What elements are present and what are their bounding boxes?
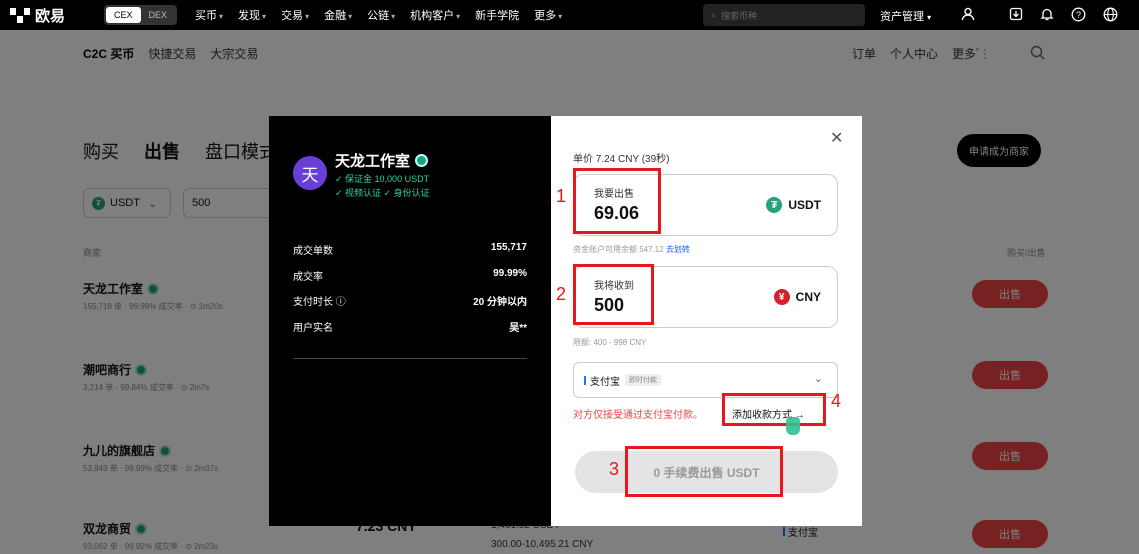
svg-text:?: ? (1075, 10, 1080, 20)
annotation-label-2: 2 (556, 284, 567, 304)
yuan-icon: ¥ (773, 289, 790, 305)
search-input[interactable]: ⌕ 搜索币种 (703, 4, 865, 26)
tether-icon: ₮ (766, 197, 783, 213)
divider (293, 358, 527, 359)
logo[interactable]: 欧易 (10, 5, 90, 26)
verify-info: ✓ 视频认证 ✓ 身份认证 (335, 188, 430, 198)
dex-tab[interactable]: DEX (141, 7, 176, 23)
menu-buy[interactable]: 买币 ▾ (195, 7, 223, 23)
download-icon[interactable] (1007, 5, 1025, 23)
okx-logo-icon (10, 8, 30, 23)
user-icon[interactable] (959, 5, 977, 23)
menu-finance[interactable]: 金融 ▾ (324, 7, 352, 23)
annotation-box-3 (625, 446, 783, 497)
main-menu: 买币 ▾ 发现 ▾ 交易 ▾ 金融 ▾ 公链 ▾ 机构客户 ▾ 新手学院 更多 ▾ (195, 7, 562, 23)
deposit-info: ✓ 保证金 10,000 USDT (335, 174, 430, 184)
assets-menu[interactable]: 资产管理 ▾ (880, 8, 931, 24)
stat-orders: 成交单数 155,717 (293, 242, 527, 257)
unit-price: 单价 7.24 CNY (39秒) (573, 154, 670, 165)
available-balance: 资金账户可用余额 547.12 去划转 (573, 245, 690, 254)
payment-warning: 对方仅接受通过支付宝付款。 (573, 410, 703, 421)
menu-academy[interactable]: 新手学院 (475, 7, 519, 23)
stat-pay-time: 支付时长 ⓘ 20 分钟以内 (293, 297, 527, 308)
menu-chain[interactable]: 公链 ▾ (367, 7, 395, 23)
annotation-label-4: 4 (831, 391, 842, 411)
annotation-box-2 (573, 264, 654, 325)
logo-text: 欧易 (35, 7, 66, 25)
close-icon[interactable]: ✕ (830, 128, 843, 148)
avatar: 天 (293, 156, 327, 190)
top-nav: 欧易 CEX DEX 买币 ▾ 发现 ▾ 交易 ▾ 金融 ▾ 公链 ▾ 机构客户 ▾ 新手学… (0, 0, 1139, 30)
annotation-box-4 (722, 393, 826, 426)
help-icon[interactable]: ? (1069, 5, 1087, 23)
cex-tab[interactable]: CEX (106, 7, 141, 23)
menu-trade[interactable]: 交易 ▾ (281, 7, 309, 23)
menu-discover[interactable]: 发现 ▾ (238, 7, 266, 23)
globe-icon[interactable] (1101, 5, 1119, 23)
menu-institution[interactable]: 机构客户 ▾ (410, 7, 460, 23)
menu-more[interactable]: 更多 ▾ (534, 7, 562, 23)
cex-dex-toggle[interactable]: CEX DEX (104, 5, 178, 25)
annotation-label-3: 3 (609, 459, 620, 479)
annotation-label-1: 1 (556, 186, 567, 206)
verified-badge-icon (415, 154, 429, 167)
transfer-link[interactable]: 去划转 (666, 245, 690, 254)
chevron-down-icon: ⌄ (813, 373, 823, 385)
merchant-name: 天龙工作室 (335, 150, 429, 171)
hand-cursor-icon (786, 417, 800, 435)
search-icon: ⌕ (711, 9, 717, 20)
stat-rate: 成交率 99.99% (293, 268, 527, 283)
merchant-panel: 天 天龙工作室 ✓ 保证金 10,000 USDT ✓ 视频认证 ✓ 身份认证 … (269, 116, 551, 526)
annotation-box-1 (573, 168, 661, 234)
limit-text: 限额: 400 - 998 CNY (573, 338, 647, 347)
stat-realname: 用户实名 吴** (293, 323, 527, 334)
bell-icon[interactable] (1038, 5, 1056, 23)
